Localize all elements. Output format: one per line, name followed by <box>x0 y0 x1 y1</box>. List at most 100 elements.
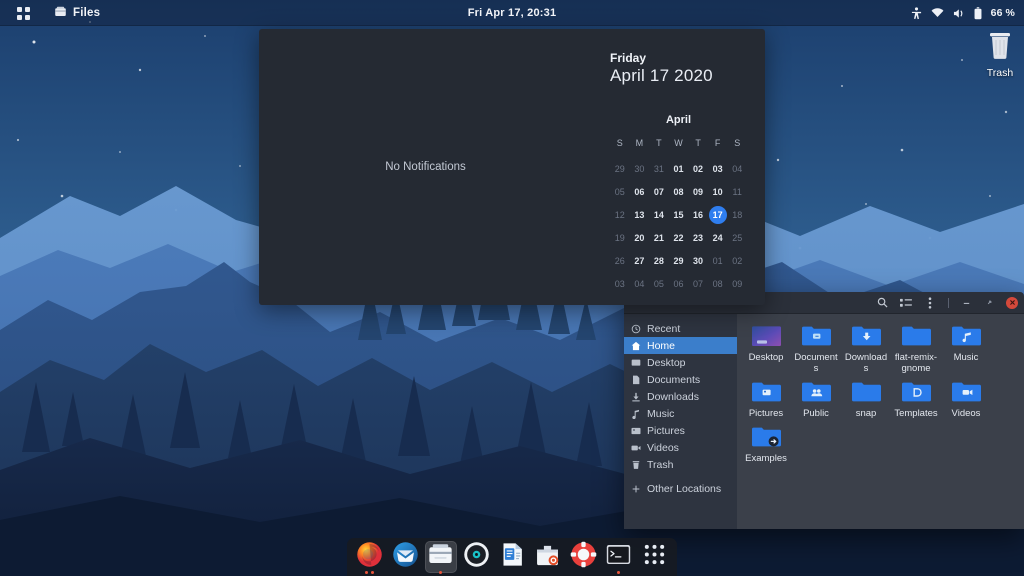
calendar-day-cell[interactable]: 18 <box>727 206 747 224</box>
dock-item-files[interactable] <box>425 541 457 573</box>
calendar-day-cell[interactable]: 01 <box>669 160 689 178</box>
file-item-label: Public <box>793 408 839 419</box>
calendar-day-cell[interactable]: 30 <box>688 252 708 270</box>
calendar-day-cell[interactable]: 27 <box>630 252 650 270</box>
sidebar-item-music[interactable]: Music <box>624 405 737 422</box>
calendar-day-cell[interactable]: 24 <box>708 229 728 247</box>
dock-item-thunderbird[interactable] <box>390 541 422 573</box>
calendar-day-cell[interactable]: 16 <box>688 206 708 224</box>
file-item-documents[interactable]: Documents <box>791 322 841 374</box>
clock-button[interactable]: Fri Apr 17, 20:31 <box>460 5 565 21</box>
calendar-day-cell[interactable]: 03 <box>708 160 728 178</box>
sidebar-item-label: Downloads <box>647 391 699 403</box>
calendar-day-cell[interactable]: 08 <box>669 183 689 201</box>
calendar-day-cell[interactable]: 20 <box>630 229 650 247</box>
calendar-day-cell[interactable]: 09 <box>727 275 747 293</box>
calendar-day-number: 06 <box>669 275 687 293</box>
calendar-day-cell[interactable]: 29 <box>669 252 689 270</box>
calendar-day-number: 17 <box>709 206 727 224</box>
file-item-videos[interactable]: Videos <box>941 378 991 419</box>
calendar-day-grid[interactable]: 2930310102030405060708091011121314151617… <box>610 160 747 293</box>
calendar-day-cell[interactable]: 14 <box>649 206 669 224</box>
calendar-day-cell[interactable]: 01 <box>708 252 728 270</box>
desktop-icon-trash[interactable]: Trash <box>978 30 1022 79</box>
calendar-day-cell[interactable]: 06 <box>630 183 650 201</box>
calendar-day-cell[interactable]: 09 <box>688 183 708 201</box>
calendar-day-cell[interactable]: 06 <box>669 275 689 293</box>
menu-icon[interactable] <box>923 296 937 310</box>
sidebar-item-documents[interactable]: Documents <box>624 371 737 388</box>
maximize-icon[interactable] <box>983 296 996 309</box>
activities-button[interactable] <box>10 2 37 24</box>
calendar-day-cell[interactable]: 19 <box>610 229 630 247</box>
calendar-day-cell[interactable]: 25 <box>727 229 747 247</box>
calendar-day-cell[interactable]: 23 <box>688 229 708 247</box>
calendar-day-cell[interactable]: 05 <box>610 183 630 201</box>
calendar-day-cell[interactable]: 08 <box>708 275 728 293</box>
calendar-day-cell[interactable]: 29 <box>610 160 630 178</box>
sidebar-item-pictures[interactable]: Pictures <box>624 422 737 439</box>
calendar-day-cell[interactable]: 02 <box>688 160 708 178</box>
calendar-day-cell[interactable]: 07 <box>649 183 669 201</box>
file-item-templates[interactable]: Templates <box>891 378 941 419</box>
calendar-day-number: 08 <box>669 183 687 201</box>
dock-item-libreoffice-writer[interactable] <box>496 541 528 573</box>
wifi-icon <box>931 8 944 18</box>
file-item-flat-remix-gnome[interactable]: flat-remix-gnome <box>891 322 941 374</box>
sidebar-item-recent[interactable]: Recent <box>624 320 737 337</box>
calendar-day-cell[interactable]: 13 <box>630 206 650 224</box>
calendar-day-cell[interactable]: 10 <box>708 183 728 201</box>
calendar-day-cell[interactable]: 28 <box>649 252 669 270</box>
calendar-day-cell[interactable]: 02 <box>727 252 747 270</box>
libreoffice-writer-icon <box>499 541 526 573</box>
calendar-day-cell[interactable]: 31 <box>649 160 669 178</box>
dock-item-show-applications[interactable] <box>639 541 671 573</box>
file-item-label: Templates <box>893 408 939 419</box>
file-item-downloads[interactable]: Downloads <box>841 322 891 374</box>
calendar-day-cell[interactable]: 30 <box>630 160 650 178</box>
sidebar-item-label: Home <box>647 340 675 352</box>
calendar-day-cell[interactable]: 22 <box>669 229 689 247</box>
calendar-day-cell[interactable]: 04 <box>727 160 747 178</box>
dock-item-firefox[interactable] <box>354 541 386 573</box>
dock-item-rhythmbox[interactable] <box>461 541 493 573</box>
search-icon[interactable] <box>875 296 889 310</box>
view-list-icon[interactable] <box>899 296 913 310</box>
file-item-examples[interactable]: Examples <box>741 423 791 464</box>
sidebar-item-other-locations[interactable]: Other Locations <box>624 480 737 497</box>
terminal-icon <box>605 541 632 573</box>
dock-item-ubuntu-software[interactable] <box>532 541 564 573</box>
calendar-day-cell[interactable]: 04 <box>630 275 650 293</box>
calendar-day-cell[interactable]: 17 <box>708 206 728 224</box>
file-item-pictures[interactable]: Pictures <box>741 378 791 419</box>
file-item-public[interactable]: Public <box>791 378 841 419</box>
calendar-day-number: 02 <box>689 160 707 178</box>
calendar-day-cell[interactable]: 03 <box>610 275 630 293</box>
sidebar-item-downloads[interactable]: Downloads <box>624 388 737 405</box>
minimize-icon[interactable] <box>960 296 973 309</box>
calendar-day-cell[interactable]: 11 <box>727 183 747 201</box>
calendar-day-number: 04 <box>630 275 648 293</box>
calendar-day-cell[interactable]: 12 <box>610 206 630 224</box>
app-menu-button[interactable]: Files <box>47 2 107 24</box>
file-item-desktop[interactable]: Desktop <box>741 322 791 374</box>
file-item-music[interactable]: Music <box>941 322 991 374</box>
sidebar-item-label: Other Locations <box>647 483 721 495</box>
system-status-area[interactable]: 66 % <box>911 0 1015 26</box>
sidebar-item-trash[interactable]: Trash <box>624 456 737 473</box>
sidebar-item-desktop[interactable]: Desktop <box>624 354 737 371</box>
dock-item-terminal[interactable] <box>603 541 635 573</box>
close-icon[interactable] <box>1006 297 1018 309</box>
help-icon <box>570 541 597 573</box>
dock-item-help[interactable] <box>567 541 599 573</box>
file-manager-sidebar[interactable]: Recent Home DesktopDocuments Downloads Music… <box>624 314 737 529</box>
calendar-day-cell[interactable]: 07 <box>688 275 708 293</box>
calendar-day-cell[interactable]: 26 <box>610 252 630 270</box>
calendar-day-cell[interactable]: 21 <box>649 229 669 247</box>
sidebar-item-home[interactable]: Home <box>624 337 737 354</box>
sidebar-item-videos[interactable]: Videos <box>624 439 737 456</box>
calendar-day-cell[interactable]: 05 <box>649 275 669 293</box>
file-manager-content-area[interactable]: DesktopDocumentsDownloadsflat-remix-gnom… <box>737 314 1024 529</box>
file-item-snap[interactable]: snap <box>841 378 891 419</box>
calendar-day-cell[interactable]: 15 <box>669 206 689 224</box>
